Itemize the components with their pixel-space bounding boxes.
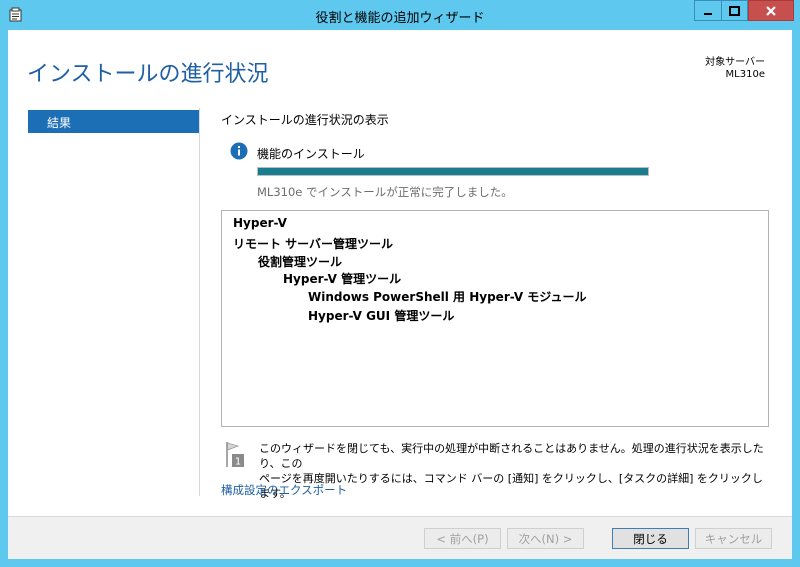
nav-item-results[interactable]: 結果 [28, 110, 199, 133]
close-icon [766, 5, 776, 16]
maximize-button[interactable] [721, 0, 748, 21]
maximize-icon [729, 5, 740, 16]
export-configuration-link[interactable]: 構成設定のエクスポート [221, 482, 347, 498]
next-button[interactable]: 次へ(N) > [507, 528, 584, 549]
notification-flag-icon: 1 [224, 440, 246, 468]
install-progress-bar [257, 167, 649, 176]
close-button[interactable]: 閉じる [612, 528, 689, 549]
wizard-window: 役割と機能の追加ウィザード インストールの進行状況 対象サーバー ML310e … [0, 0, 800, 567]
minimize-icon [704, 12, 712, 15]
close-window-button[interactable] [748, 0, 794, 21]
nav-divider [199, 108, 200, 496]
info-icon [230, 142, 248, 160]
result-item: Windows PowerShell 用 Hyper-V モジュール [308, 290, 587, 304]
minimize-button[interactable] [694, 0, 721, 21]
results-list[interactable]: Hyper-V リモート サーバー管理ツール 役割管理ツール Hyper-V 管… [221, 210, 769, 427]
target-server-label: 対象サーバー [705, 57, 765, 68]
wizard-content: インストールの進行状況 対象サーバー ML310e 結果 インストールの進行状況… [8, 30, 792, 559]
section-label: インストールの進行状況の表示 [221, 113, 389, 127]
result-item: Hyper-V 管理ツール [283, 272, 402, 286]
previous-button[interactable]: < 前へ(P) [424, 528, 501, 549]
install-status-message: ML310e でインストールが正常に完了しました。 [257, 185, 513, 199]
target-server-info: 対象サーバー ML310e [705, 57, 765, 81]
title-bar[interactable]: 役割と機能の追加ウィザード [0, 0, 800, 30]
wizard-footer: < 前へ(P) 次へ(N) > 閉じる キャンセル [8, 516, 792, 559]
result-item: Hyper-V GUI 管理ツール [308, 309, 455, 323]
feature-install-label: 機能のインストール [257, 147, 365, 161]
install-progress-fill [258, 168, 648, 175]
note-line: このウィザードを閉じても、実行中の処理が中断されることはありません。処理の進行状… [259, 442, 764, 470]
cancel-button[interactable]: キャンセル [695, 528, 772, 549]
result-item: リモート サーバー管理ツール [233, 237, 394, 251]
result-item: Hyper-V [233, 216, 287, 230]
window-title: 役割と機能の追加ウィザード [315, 11, 485, 26]
target-server-name: ML310e [725, 69, 765, 80]
notification-badge-count: 1 [235, 457, 241, 468]
result-item: 役割管理ツール [258, 255, 343, 269]
page-title: インストールの進行状況 [27, 62, 269, 87]
